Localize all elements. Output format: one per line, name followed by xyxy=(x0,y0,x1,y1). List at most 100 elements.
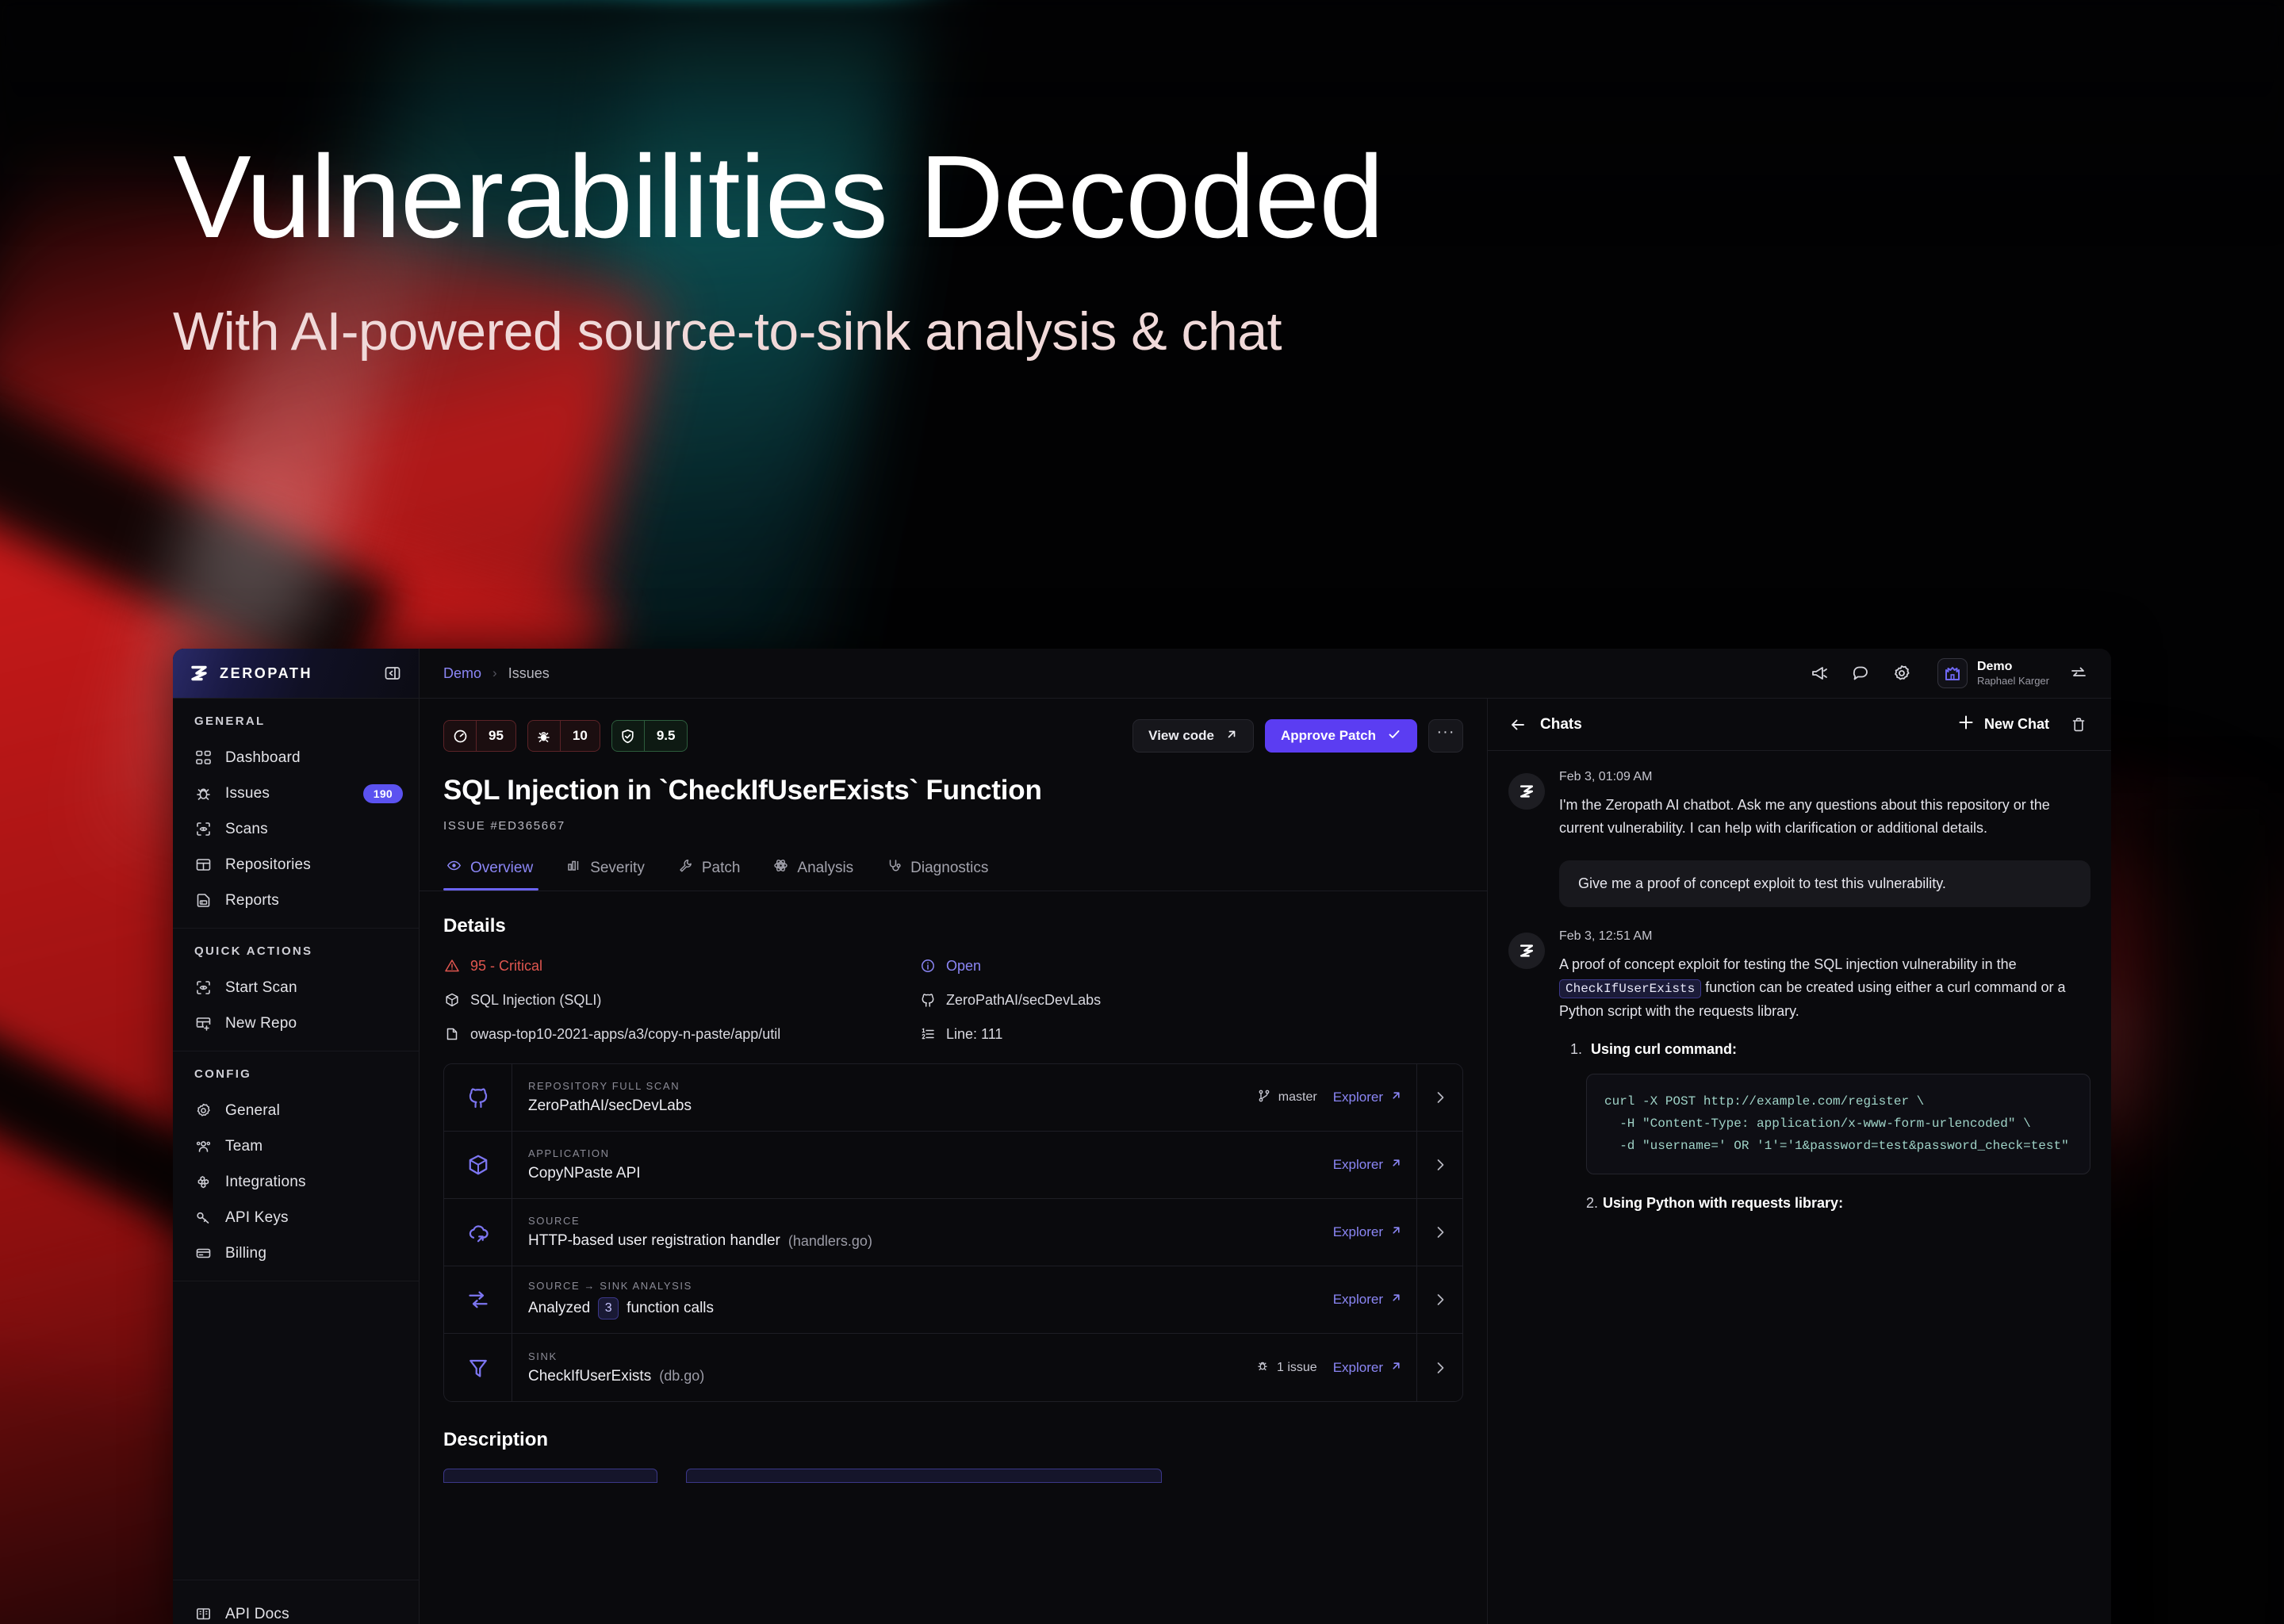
detail-category: SQL Injection (SQLI) xyxy=(443,991,919,1009)
external-link-icon xyxy=(1390,1157,1402,1173)
chevron-right-icon: › xyxy=(492,665,497,680)
branch-icon xyxy=(1257,1089,1271,1107)
tab-overview[interactable]: Overview xyxy=(443,858,550,891)
chat-back-group[interactable]: Chats xyxy=(1508,715,1582,734)
bug-icon xyxy=(528,721,560,751)
chain-row-application[interactable]: APPLICATION CopyNPaste API Explorer xyxy=(444,1132,1462,1199)
arrow-left-icon[interactable] xyxy=(1508,715,1527,734)
view-code-button[interactable]: View code xyxy=(1132,719,1255,753)
check-icon xyxy=(1387,727,1401,745)
sidebar-item-integrations[interactable]: Integrations xyxy=(173,1164,419,1200)
page-title: SQL Injection in `CheckIfUserExists` Fun… xyxy=(443,775,1042,806)
list-item-label: Using curl command: xyxy=(1591,1040,1738,1057)
chevron-right-icon[interactable] xyxy=(1416,1199,1462,1266)
explorer-link[interactable]: Explorer xyxy=(1333,1157,1402,1173)
team-icon xyxy=(194,1138,212,1155)
approve-patch-button[interactable]: Approve Patch xyxy=(1265,719,1417,753)
chat-bubble-icon[interactable] xyxy=(1849,661,1872,685)
description-cards-peek xyxy=(443,1469,1463,1483)
chain-row-issue-count: 1 issue xyxy=(1255,1358,1317,1377)
gear-icon[interactable] xyxy=(1890,661,1914,685)
chain-row-issue-label: 1 issue xyxy=(1276,1360,1317,1374)
chevron-right-icon[interactable] xyxy=(1416,1132,1462,1198)
description-card-1 xyxy=(443,1469,657,1483)
tab-analysis[interactable]: Analysis xyxy=(757,858,870,891)
wrench-icon xyxy=(678,858,693,878)
detail-line-value: Line: 111 xyxy=(946,1025,1003,1042)
chain-row-right: Explorer xyxy=(1333,1199,1416,1266)
tab-label: Severity xyxy=(590,859,645,876)
explorer-label: Explorer xyxy=(1332,1157,1383,1172)
top-bar: Demo › Issues Demo Raphael Karger xyxy=(420,649,2111,699)
panel-collapse-icon[interactable] xyxy=(384,665,401,682)
issue-body: Details 95 - Critical Open SQL Injection… xyxy=(420,891,1487,1624)
metric-confidence[interactable]: 9.5 xyxy=(611,720,688,752)
chevron-right-icon[interactable] xyxy=(1416,1064,1462,1131)
breadcrumb-root[interactable]: Demo xyxy=(443,665,481,682)
chat-code-block: curl -X POST http://example.com/register… xyxy=(1586,1073,2090,1174)
external-link-icon xyxy=(1390,1090,1402,1105)
trash-icon[interactable] xyxy=(2067,713,2090,737)
sidebar-item-start-scan[interactable]: Start Scan xyxy=(173,970,419,1005)
chat-list-item-2: 2. Using Python with requests library: xyxy=(1586,1194,1844,1211)
chain-row-value-wrap: CheckIfUserExists (db.go) xyxy=(528,1368,1240,1385)
tab-diagnostics[interactable]: Diagnostics xyxy=(870,858,1005,891)
sidebar-item-general[interactable]: General xyxy=(173,1093,419,1128)
chat-message-body: Feb 3, 12:51 AM A proof of concept explo… xyxy=(1559,929,2090,1212)
explorer-link[interactable]: Explorer xyxy=(1333,1292,1402,1308)
switch-arrows-icon[interactable] xyxy=(2067,661,2090,685)
tab-severity[interactable]: Severity xyxy=(550,858,661,891)
chain-row-file: (db.go) xyxy=(659,1368,705,1384)
sidebar-item-repositories[interactable]: Repositories xyxy=(173,847,419,883)
chain-row-file: (handlers.go) xyxy=(788,1232,872,1249)
sidebar-item-billing[interactable]: Billing xyxy=(173,1235,419,1271)
chain-row-analysis[interactable]: SOURCE → SINK ANALYSIS Analyzed 3 functi… xyxy=(444,1266,1462,1334)
chain-row-value: HTTP-based user registration handler xyxy=(528,1232,780,1249)
sidebar-item-api-keys[interactable]: API Keys xyxy=(173,1200,419,1235)
org-name: Demo xyxy=(1976,659,2013,673)
sidebar-item-issues[interactable]: Issues 190 xyxy=(173,776,419,811)
explorer-link[interactable]: Explorer xyxy=(1333,1224,1402,1240)
brand[interactable]: ZEROPATH xyxy=(189,663,312,684)
details-heading: Details xyxy=(443,915,506,936)
megaphone-icon[interactable] xyxy=(1807,661,1831,685)
sidebar-item-reports[interactable]: Reports xyxy=(173,883,419,918)
breadcrumb-current[interactable]: Issues xyxy=(508,665,550,682)
stethoscope-icon xyxy=(887,858,902,878)
chain-row-right: Explorer xyxy=(1333,1266,1416,1333)
org-switcher[interactable]: Demo Raphael Karger xyxy=(1937,658,2049,688)
chain-row-source[interactable]: SOURCE HTTP-based user registration hand… xyxy=(444,1199,1462,1266)
metric-bug-count[interactable]: 10 xyxy=(527,720,600,752)
more-options-button[interactable]: ··· xyxy=(1428,719,1463,753)
metrics-and-actions-row: 95 10 9.5 View code Approve Patch ··· xyxy=(443,719,1463,753)
chain-row-repository[interactable]: REPOSITORY FULL SCAN ZeroPathAI/secDevLa… xyxy=(444,1064,1462,1132)
chevron-right-icon[interactable] xyxy=(1416,1334,1462,1401)
external-link-icon xyxy=(1390,1292,1402,1308)
description-card-2 xyxy=(686,1469,1162,1483)
chevron-right-icon[interactable] xyxy=(1416,1266,1462,1333)
sidebar-item-api-docs[interactable]: API Docs xyxy=(173,1596,419,1624)
book-icon xyxy=(194,1606,212,1623)
external-link-icon xyxy=(1225,728,1238,745)
explorer-link[interactable]: Explorer xyxy=(1333,1090,1402,1105)
sidebar-item-dashboard[interactable]: Dashboard xyxy=(173,740,419,776)
sidebar-item-scans[interactable]: Scans xyxy=(173,811,419,847)
metric-severity-score[interactable]: 95 xyxy=(443,720,516,752)
plus-icon xyxy=(1957,714,1975,735)
view-code-label: View code xyxy=(1148,728,1215,743)
sidebar-item-new-repo[interactable]: New Repo xyxy=(173,1005,419,1041)
tab-label: Overview xyxy=(470,859,534,876)
metric-value: 9.5 xyxy=(643,721,688,751)
chain-row-sink[interactable]: SINK CheckIfUserExists (db.go) 1 issue E… xyxy=(444,1334,1462,1401)
chain-row-value: Analyzed xyxy=(528,1300,591,1316)
card-icon xyxy=(194,1245,212,1262)
chat-panel: Chats New Chat Feb 3, 01:09 AM I'm the Z… xyxy=(1488,699,2111,1624)
chat-text-part-1: A proof of concept exploit for testing t… xyxy=(1559,956,2017,973)
more-dots-icon: ··· xyxy=(1436,722,1455,741)
avatar xyxy=(1508,933,1545,970)
tab-patch[interactable]: Patch xyxy=(661,858,757,891)
sidebar-item-team[interactable]: Team xyxy=(173,1128,419,1164)
new-chat-button[interactable]: New Chat xyxy=(1957,714,2049,735)
explorer-link[interactable]: Explorer xyxy=(1333,1360,1402,1376)
sidebar-item-label: General xyxy=(225,1101,280,1119)
